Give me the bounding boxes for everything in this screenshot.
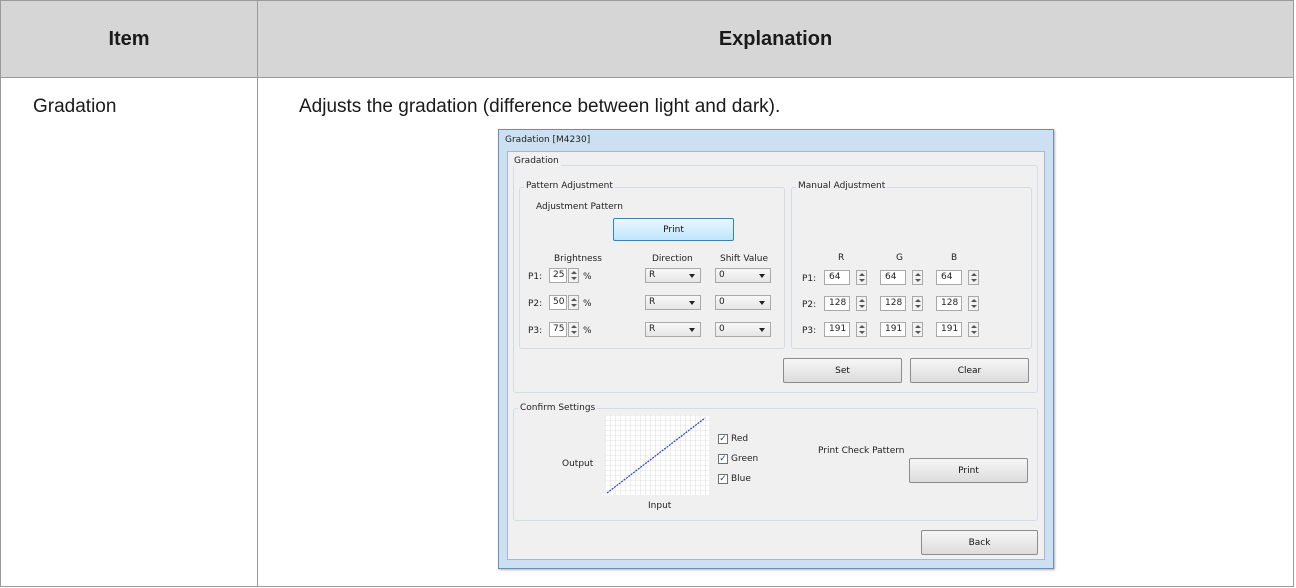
- set-button[interactable]: Set: [783, 358, 902, 383]
- brightness-input[interactable]: 50: [549, 295, 567, 310]
- header-explanation: Explanation: [718, 27, 833, 50]
- brightness-spinner[interactable]: [568, 268, 579, 283]
- manual-r-spinner[interactable]: [856, 322, 867, 337]
- table-header-row: Item Explanation: [1, 1, 1293, 78]
- manual-b-input[interactable]: 128: [936, 296, 962, 311]
- shift-value-select[interactable]: 0: [715, 322, 771, 337]
- manual-g-spinner[interactable]: [912, 296, 923, 311]
- curve-graph: [605, 415, 709, 495]
- brightness-header: Brightness: [554, 254, 602, 264]
- row-item-gradation: Gradation: [33, 96, 117, 117]
- direction-select[interactable]: R: [645, 268, 701, 283]
- manual-b-spinner[interactable]: [968, 322, 979, 337]
- red-checkbox[interactable]: ✓: [718, 434, 728, 444]
- print-check-pattern-label: Print Check Pattern: [818, 446, 905, 456]
- percent-label: %: [583, 299, 592, 309]
- confirm-settings-label: Confirm Settings: [518, 403, 598, 413]
- manual-g-input[interactable]: 128: [880, 296, 906, 311]
- direction-header: Direction: [652, 254, 693, 264]
- dialog-title: Gradation [M4230]: [505, 135, 591, 145]
- check-pattern-print-button[interactable]: Print: [909, 458, 1028, 483]
- clear-button[interactable]: Clear: [910, 358, 1029, 383]
- gradation-group-label: Gradation: [512, 156, 561, 166]
- shift-value-select[interactable]: 0: [715, 268, 771, 283]
- manual-b-header: B: [951, 253, 958, 263]
- brightness-spinner[interactable]: [568, 295, 579, 310]
- dialog-body: Gradation Pattern Adjustment Adjustment …: [507, 151, 1045, 560]
- brightness-input[interactable]: 25: [549, 268, 567, 283]
- brightness-spinner[interactable]: [568, 322, 579, 337]
- percent-label: %: [583, 326, 592, 336]
- percent-label: %: [583, 272, 592, 282]
- adjustment-pattern-label: Adjustment Pattern: [536, 202, 623, 212]
- gradation-dialog: Gradation [M4230] Gradation Pattern Adju…: [498, 129, 1054, 569]
- direction-select[interactable]: R: [645, 295, 701, 310]
- manual-b-input[interactable]: 191: [936, 322, 962, 337]
- manual-b-spinner[interactable]: [968, 296, 979, 311]
- pattern-row-label: P2:: [528, 299, 543, 309]
- manual-g-header: G: [896, 253, 903, 263]
- red-label: Red: [731, 434, 749, 444]
- gradation-curve-chart: [605, 415, 709, 495]
- back-button[interactable]: Back: [921, 530, 1038, 555]
- pattern-row-label: P1:: [528, 272, 543, 282]
- manual-r-input[interactable]: 128: [824, 296, 850, 311]
- output-axis-label: Output: [562, 459, 594, 469]
- manual-row-label: P1:: [802, 274, 817, 284]
- pattern-adjustment-label: Pattern Adjustment: [524, 181, 615, 191]
- manual-r-spinner[interactable]: [856, 270, 867, 285]
- input-axis-label: Input: [648, 501, 672, 511]
- shift-value-select[interactable]: 0: [715, 295, 771, 310]
- row-explanation-text: Adjusts the gradation (difference betwee…: [299, 96, 781, 117]
- blue-checkbox[interactable]: ✓: [718, 474, 728, 484]
- manual-g-input[interactable]: 64: [880, 270, 906, 285]
- manual-r-input[interactable]: 191: [824, 322, 850, 337]
- manual-g-input[interactable]: 191: [880, 322, 906, 337]
- manual-adjustment-label: Manual Adjustment: [796, 181, 888, 191]
- brightness-input[interactable]: 75: [549, 322, 567, 337]
- direction-select[interactable]: R: [645, 322, 701, 337]
- manual-b-spinner[interactable]: [968, 270, 979, 285]
- manual-row-label: P3:: [802, 326, 817, 336]
- pattern-row-label: P3:: [528, 326, 543, 336]
- manual-row-label: P2:: [802, 300, 817, 310]
- manual-g-spinner[interactable]: [912, 270, 923, 285]
- green-label: Green: [731, 454, 759, 464]
- manual-r-spinner[interactable]: [856, 296, 867, 311]
- blue-label: Blue: [731, 474, 751, 484]
- pattern-print-button[interactable]: Print: [613, 218, 734, 241]
- column-divider: [257, 1, 258, 586]
- manual-g-spinner[interactable]: [912, 322, 923, 337]
- manual-r-header: R: [838, 253, 845, 263]
- manual-b-input[interactable]: 64: [936, 270, 962, 285]
- manual-r-input[interactable]: 64: [824, 270, 850, 285]
- header-item: Item: [108, 27, 150, 50]
- shift-value-header: Shift Value: [720, 254, 769, 264]
- green-checkbox[interactable]: ✓: [718, 454, 728, 464]
